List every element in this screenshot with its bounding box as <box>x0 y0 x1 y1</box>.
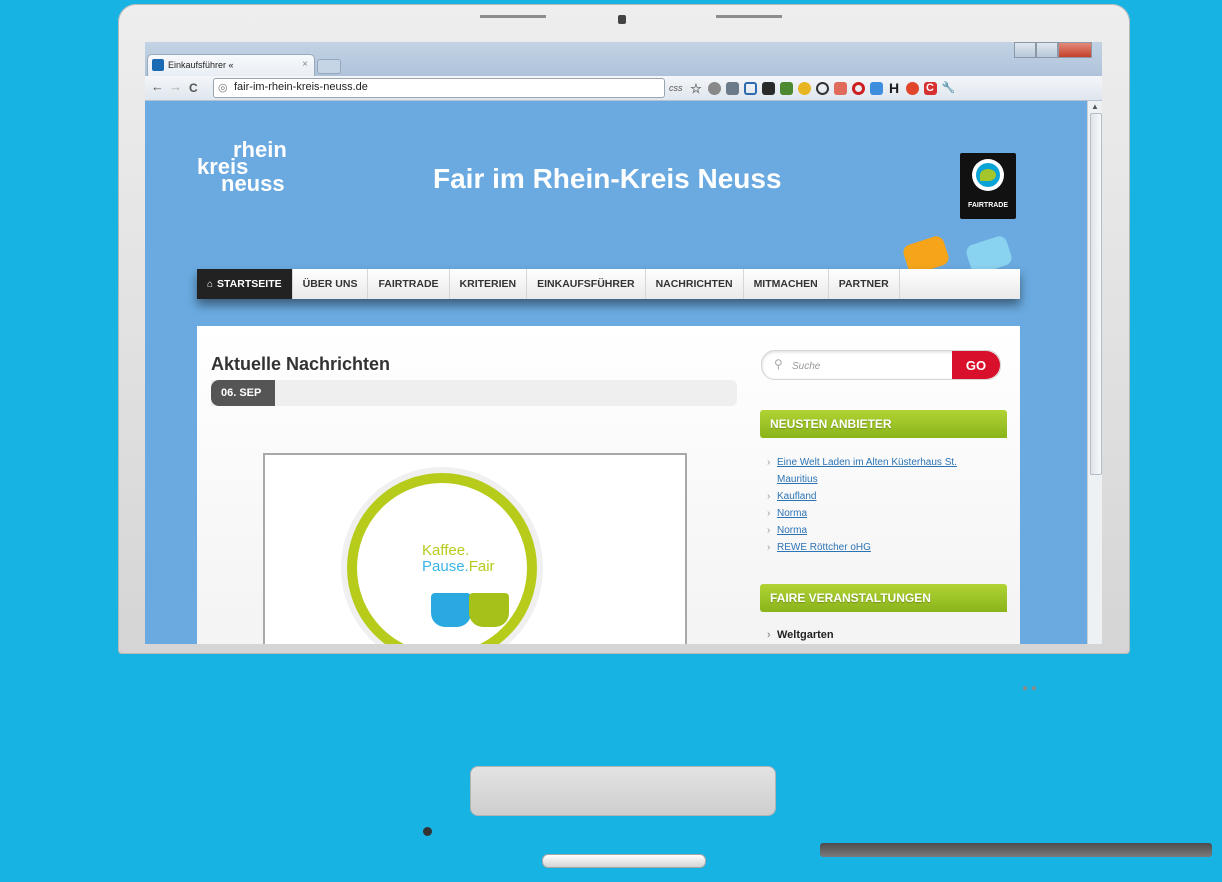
nav-item-kriterien[interactable]: KRITERIEN <box>450 269 528 299</box>
blue-cup-icon <box>431 593 471 627</box>
laptop-base <box>0 0 1222 242</box>
logo-text-kaffee: Kaffee. <box>422 542 470 559</box>
nav-label: STARTSEITE <box>217 278 282 290</box>
search-go-button[interactable]: GO <box>952 351 1000 379</box>
newest-providers-list: Eine Welt Laden im Alten Küsterhaus St. … <box>767 454 997 556</box>
optical-drive-slot <box>820 843 1212 857</box>
lid-latch <box>542 854 706 868</box>
nav-item-ueber-uns[interactable]: ÜBER UNS <box>293 269 369 299</box>
provider-link[interactable]: Norma <box>777 525 807 536</box>
list-item: REWE Röttcher oHG <box>767 539 997 556</box>
date-badge: 06. SEP <box>211 380 276 406</box>
list-item: Kaufland <box>767 488 997 505</box>
nav-item-einkaufsfuehrer[interactable]: EINKAUFSFÜHRER <box>527 269 646 299</box>
provider-link[interactable]: Eine Welt Laden im Alten Küsterhaus St. … <box>777 457 957 485</box>
home-icon: ⌂ <box>207 278 214 290</box>
nav-item-nachrichten[interactable]: NACHRICHTEN <box>646 269 744 299</box>
search-input[interactable] <box>790 356 944 376</box>
list-item: Norma <box>767 522 997 539</box>
widget-title-newest: NEUSTEN ANBIETER <box>760 410 1007 438</box>
kaffee-pause-fair-logo: Kaffee. Pause.Fair <box>347 473 537 644</box>
indicator-light <box>423 827 432 836</box>
nav-item-fairtrade[interactable]: FAIRTRADE <box>368 269 450 299</box>
list-item: Norma <box>767 505 997 522</box>
logo-text-fair: Fair <box>468 558 495 575</box>
logo-text: Kaffee. Pause.Fair <box>422 543 495 575</box>
nav-item-startseite[interactable]: ⌂ STARTSEITE <box>197 269 293 299</box>
main-navigation: ⌂ STARTSEITE ÜBER UNS FAIRTRADE KRITERIE… <box>197 269 1020 299</box>
event-link[interactable]: Weltgarten <box>767 629 834 641</box>
content-area: Aktuelle Nachrichten 06. SEP Kaffee. Pau… <box>197 326 1020 644</box>
nav-item-mitmachen[interactable]: MITMACHEN <box>744 269 829 299</box>
touchpad <box>470 766 776 816</box>
provider-link[interactable]: Kaufland <box>777 491 816 502</box>
provider-link[interactable]: Norma <box>777 508 807 519</box>
provider-link[interactable]: REWE Röttcher oHG <box>777 542 871 553</box>
search-box: ⚲ GO <box>761 350 1001 380</box>
widget-title-events: FAIRE VERANSTALTUNGEN <box>760 584 1007 612</box>
news-heading: Aktuelle Nachrichten <box>211 354 391 374</box>
search-icon: ⚲ <box>774 357 783 371</box>
nav-item-partner[interactable]: PARTNER <box>829 269 900 299</box>
sensor-icon: ● ● <box>1022 683 1037 694</box>
green-cup-icon <box>469 593 509 627</box>
post-meta-bar <box>211 380 737 406</box>
article-image[interactable]: Kaffee. Pause.Fair <box>263 453 687 644</box>
list-item: Eine Welt Laden im Alten Küsterhaus St. … <box>767 454 997 488</box>
logo-text-pause: Pause. <box>422 558 469 575</box>
